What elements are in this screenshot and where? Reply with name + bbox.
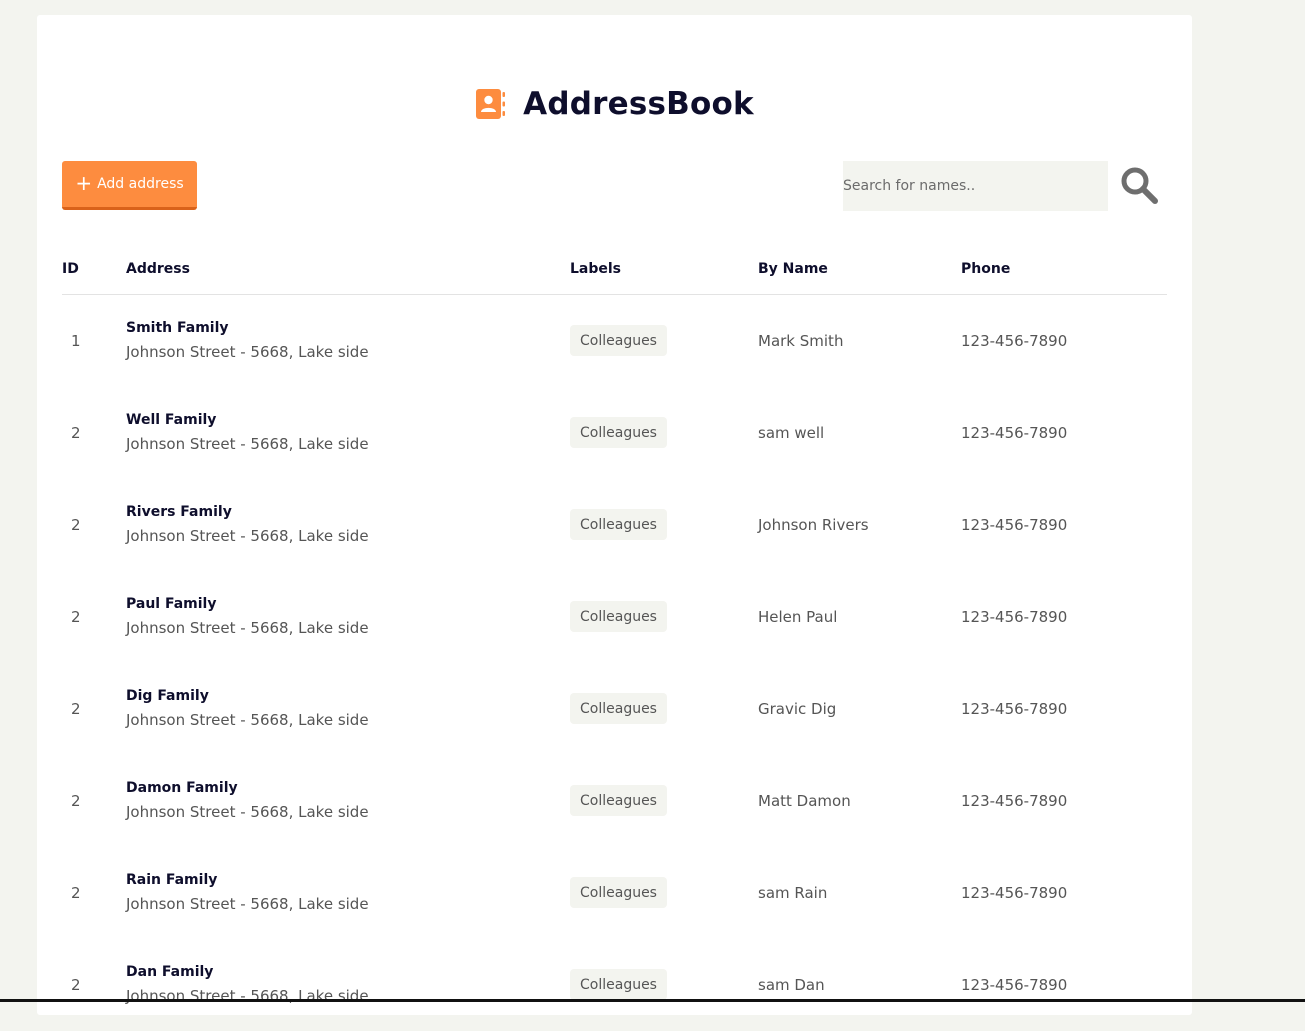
row-id: 2 bbox=[71, 884, 81, 902]
contact-name: Johnson Rivers bbox=[758, 516, 869, 534]
add-address-label: Add address bbox=[97, 176, 184, 192]
street-address: Johnson Street - 5668, Lake side bbox=[126, 987, 369, 1005]
phone-number: 123-456-7890 bbox=[961, 608, 1068, 626]
phone-number: 123-456-7890 bbox=[961, 424, 1068, 442]
add-address-button[interactable]: + Add address bbox=[62, 161, 197, 210]
table-row[interactable]: 2 Dan Family Johnson Street - 5668, Lake… bbox=[62, 939, 1167, 1031]
table-row[interactable]: 2 Rivers Family Johnson Street - 5668, L… bbox=[62, 479, 1167, 571]
contact-name: sam Rain bbox=[758, 884, 828, 902]
search-icon[interactable] bbox=[1119, 165, 1161, 207]
label-badge: Colleagues bbox=[570, 785, 667, 816]
label-badge: Colleagues bbox=[570, 325, 667, 356]
family-name: Dan Family bbox=[126, 964, 214, 980]
contact-name: sam well bbox=[758, 424, 825, 442]
contact-name: Gravic Dig bbox=[758, 700, 837, 718]
phone-number: 123-456-7890 bbox=[961, 884, 1068, 902]
phone-number: 123-456-7890 bbox=[961, 332, 1068, 350]
row-id: 1 bbox=[71, 332, 81, 350]
table-row[interactable]: 1 Smith Family Johnson Street - 5668, La… bbox=[62, 295, 1167, 387]
family-name: Damon Family bbox=[126, 780, 238, 796]
phone-number: 123-456-7890 bbox=[961, 792, 1068, 810]
phone-number: 123-456-7890 bbox=[961, 516, 1068, 534]
street-address: Johnson Street - 5668, Lake side bbox=[126, 895, 369, 913]
label-badge: Colleagues bbox=[570, 693, 667, 724]
header-labels: Labels bbox=[570, 261, 622, 277]
row-id: 2 bbox=[71, 608, 81, 626]
street-address: Johnson Street - 5668, Lake side bbox=[126, 711, 369, 729]
family-name: Dig Family bbox=[126, 688, 209, 704]
phone-number: 123-456-7890 bbox=[961, 976, 1068, 994]
header-phone: Phone bbox=[961, 261, 1011, 277]
table-row[interactable]: 2 Well Family Johnson Street - 5668, Lak… bbox=[62, 387, 1167, 479]
label-badge: Colleagues bbox=[570, 509, 667, 540]
address-table: ID Address Labels By Name Phone 1 Smith … bbox=[62, 243, 1167, 1031]
street-address: Johnson Street - 5668, Lake side bbox=[126, 343, 369, 361]
street-address: Johnson Street - 5668, Lake side bbox=[126, 803, 369, 821]
search-input[interactable] bbox=[843, 161, 1108, 211]
table-row[interactable]: 2 Damon Family Johnson Street - 5668, La… bbox=[62, 755, 1167, 847]
family-name: Rivers Family bbox=[126, 504, 232, 520]
phone-number: 123-456-7890 bbox=[961, 700, 1068, 718]
family-name: Paul Family bbox=[126, 596, 217, 612]
plus-icon: + bbox=[75, 171, 93, 195]
table-row[interactable]: 2 Paul Family Johnson Street - 5668, Lak… bbox=[62, 571, 1167, 663]
header-by-name: By Name bbox=[758, 261, 828, 277]
street-address: Johnson Street - 5668, Lake side bbox=[126, 527, 369, 545]
family-name: Smith Family bbox=[126, 320, 229, 336]
header-address: Address bbox=[126, 261, 190, 277]
row-id: 2 bbox=[71, 516, 81, 534]
header-id: ID bbox=[62, 261, 79, 277]
street-address: Johnson Street - 5668, Lake side bbox=[126, 619, 369, 637]
app-title: AddressBook bbox=[523, 85, 754, 122]
contact-name: Mark Smith bbox=[758, 332, 844, 350]
label-badge: Colleagues bbox=[570, 969, 667, 1000]
row-id: 2 bbox=[71, 700, 81, 718]
label-badge: Colleagues bbox=[570, 601, 667, 632]
label-badge: Colleagues bbox=[570, 877, 667, 908]
street-address: Johnson Street - 5668, Lake side bbox=[126, 435, 369, 453]
table-row[interactable]: 2 Rain Family Johnson Street - 5668, Lak… bbox=[62, 847, 1167, 939]
table-header: ID Address Labels By Name Phone bbox=[62, 243, 1167, 295]
row-id: 2 bbox=[71, 792, 81, 810]
row-id: 2 bbox=[71, 424, 81, 442]
row-id: 2 bbox=[71, 976, 81, 994]
family-name: Rain Family bbox=[126, 872, 218, 888]
contact-name: Matt Damon bbox=[758, 792, 851, 810]
label-badge: Colleagues bbox=[570, 417, 667, 448]
table-row[interactable]: 2 Dig Family Johnson Street - 5668, Lake… bbox=[62, 663, 1167, 755]
address-book-icon bbox=[476, 89, 506, 119]
family-name: Well Family bbox=[126, 412, 217, 428]
contact-name: Helen Paul bbox=[758, 608, 838, 626]
app-header: AddressBook bbox=[37, 81, 1192, 127]
contact-name: sam Dan bbox=[758, 976, 825, 994]
address-book-card: AddressBook + Add address ID Address Lab… bbox=[37, 15, 1192, 1015]
